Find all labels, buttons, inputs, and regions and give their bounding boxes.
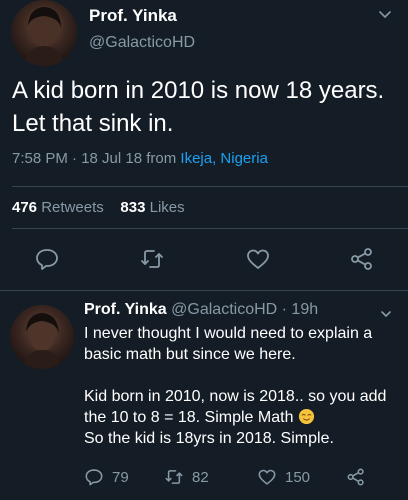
- tweet-timestamp[interactable]: 19h: [291, 301, 318, 318]
- reply-text: I never thought I would need to explain …: [84, 323, 406, 449]
- time-separator: ·: [277, 301, 292, 318]
- retweets-count[interactable]: 476: [12, 199, 37, 216]
- tweet-meta: 7:58 PM · 18 Jul 18 from Ikeja, Nigeria: [12, 150, 268, 167]
- author-name[interactable]: Prof. Yinka: [84, 301, 167, 318]
- chevron-down-icon[interactable]: [378, 8, 392, 22]
- reply-actions: 79 82 150: [84, 467, 404, 491]
- share-action[interactable]: [346, 467, 366, 487]
- avatar[interactable]: [11, 0, 77, 66]
- tweet-timestamp[interactable]: 7:58 PM · 18 Jul 18 from: [12, 150, 180, 167]
- reply-sentence: So the kid is 18yrs in 2018. Simple.: [84, 430, 334, 447]
- relieved-face-emoji-icon: [298, 408, 315, 425]
- like-icon[interactable]: [257, 467, 277, 487]
- likes-count[interactable]: 833: [120, 199, 145, 216]
- share-icon[interactable]: [346, 467, 366, 487]
- retweet-action[interactable]: 82: [164, 467, 209, 487]
- reply-header: Prof. Yinka @GalacticoHD · 19h: [84, 301, 318, 319]
- reply-paragraph-2: Kid born in 2010, now is 2018.. so you a…: [84, 386, 406, 449]
- retweet-icon[interactable]: [139, 246, 165, 272]
- avatar-portrait-icon: [23, 313, 61, 369]
- like-action[interactable]: 150: [257, 467, 310, 487]
- divider: [12, 228, 408, 229]
- tweet-text: A kid born in 2010 is now 18 years. Let …: [12, 77, 385, 137]
- reply-icon[interactable]: [84, 467, 104, 487]
- tweet-thread: Prof. Yinka @GalacticoHD A kid born in 2…: [0, 0, 408, 500]
- chevron-down-icon[interactable]: [380, 307, 392, 319]
- retweet-icon[interactable]: [164, 467, 184, 487]
- main-tweet: Prof. Yinka @GalacticoHD A kid born in 2…: [0, 0, 408, 291]
- author-name[interactable]: Prof. Yinka: [89, 6, 195, 26]
- author-block[interactable]: Prof. Yinka @GalacticoHD: [89, 6, 195, 52]
- tweet-actions: [0, 246, 408, 276]
- reply-tweet: Prof. Yinka @GalacticoHD · 19h I never t…: [0, 291, 408, 500]
- engagement-stats: 476 Retweets 833 Likes: [12, 199, 185, 216]
- reply-paragraph-1: I never thought I would need to explain …: [84, 325, 373, 363]
- retweet-count: 82: [192, 468, 209, 486]
- likes-label[interactable]: Likes: [150, 199, 185, 216]
- tweet-location-link[interactable]: Ikeja, Nigeria: [180, 150, 268, 167]
- avatar-portrait-icon: [25, 7, 63, 66]
- reply-icon[interactable]: [34, 246, 60, 272]
- reply-count: 79: [112, 468, 129, 486]
- like-icon[interactable]: [245, 246, 271, 272]
- author-handle[interactable]: @GalacticoHD: [89, 34, 195, 52]
- retweets-label[interactable]: Retweets: [41, 199, 104, 216]
- like-count: 150: [285, 468, 311, 486]
- divider: [12, 186, 408, 187]
- author-handle[interactable]: @GalacticoHD: [171, 301, 277, 318]
- reply-action[interactable]: 79: [84, 467, 129, 487]
- share-icon[interactable]: [349, 246, 375, 272]
- reply-sentence: Kid born in 2010, now is 2018.. so you a…: [84, 388, 387, 426]
- avatar[interactable]: [10, 305, 74, 369]
